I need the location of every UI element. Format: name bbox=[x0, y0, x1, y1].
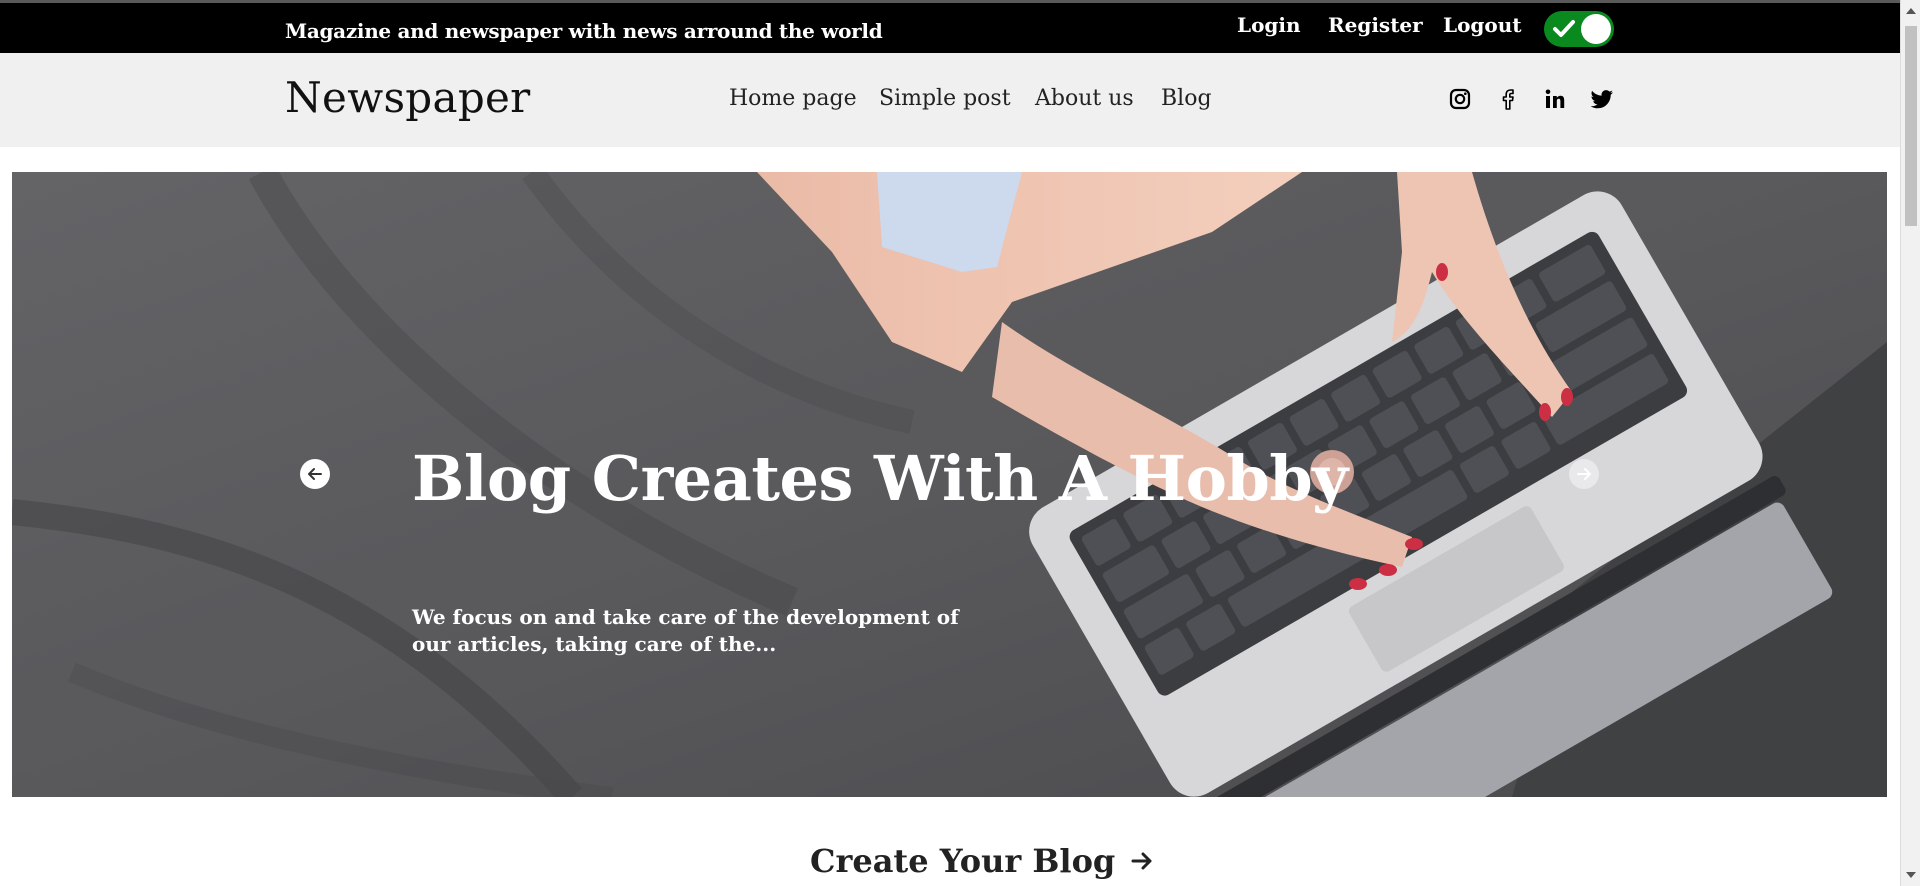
check-icon bbox=[1553, 20, 1575, 37]
top-bar: Magazine and newspaper with news arround… bbox=[0, 0, 1900, 53]
instagram-icon[interactable] bbox=[1448, 87, 1472, 111]
theme-toggle[interactable] bbox=[1544, 11, 1614, 47]
register-link[interactable]: Register bbox=[1328, 13, 1423, 37]
create-blog-label: Create Your Blog bbox=[810, 842, 1116, 880]
nav-blog[interactable]: Blog bbox=[1161, 86, 1212, 111]
scroll-up-arrow-icon[interactable] bbox=[1906, 8, 1916, 14]
site-logo[interactable]: Newspaper bbox=[285, 73, 531, 122]
arrow-right-icon bbox=[1577, 468, 1591, 480]
logout-link[interactable]: Logout bbox=[1443, 13, 1522, 37]
slider-next-button[interactable] bbox=[1569, 459, 1599, 489]
main-navbar: Newspaper Home page Simple post About us… bbox=[0, 53, 1900, 147]
hero-title[interactable]: Blog Creates With A Hobby bbox=[412, 442, 1348, 515]
nav-about-us[interactable]: About us bbox=[1035, 86, 1134, 111]
arrow-left-icon bbox=[308, 468, 322, 480]
hero-description: We focus on and take care of the develop… bbox=[412, 605, 959, 656]
page-scrollbar[interactable] bbox=[1900, 0, 1920, 886]
scrollbar-thumb[interactable] bbox=[1905, 26, 1917, 226]
scroll-down-arrow-icon[interactable] bbox=[1906, 872, 1916, 878]
site-tagline: Magazine and newspaper with news arround… bbox=[285, 19, 883, 43]
toggle-knob bbox=[1581, 14, 1611, 44]
login-link[interactable]: Login bbox=[1237, 13, 1301, 37]
slider-prev-button[interactable] bbox=[300, 459, 330, 489]
nav-home-page[interactable]: Home page bbox=[729, 86, 857, 111]
linkedin-icon[interactable] bbox=[1543, 87, 1567, 111]
hero-slider: Blog Creates With A Hobby We focus on an… bbox=[12, 172, 1887, 797]
nav-simple-post[interactable]: Simple post bbox=[879, 86, 1011, 111]
arrow-right-icon bbox=[1131, 852, 1152, 870]
twitter-icon[interactable] bbox=[1590, 87, 1614, 111]
facebook-icon[interactable] bbox=[1496, 87, 1520, 111]
create-blog-link[interactable]: Create Your Blog bbox=[810, 842, 1155, 880]
